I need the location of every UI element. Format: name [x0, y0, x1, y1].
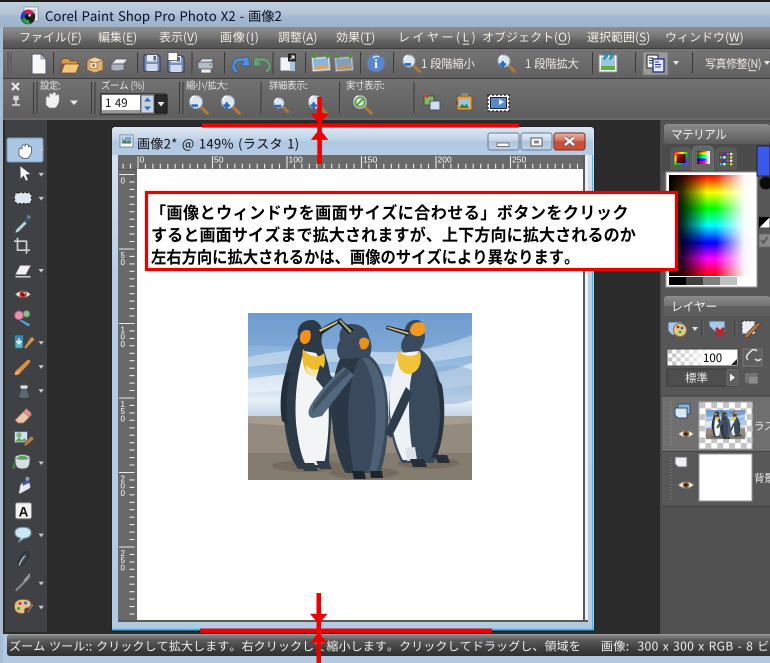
svg-text:250: 250 — [512, 155, 526, 165]
svg-text:0: 0 — [140, 155, 145, 165]
svg-text:50: 50 — [214, 155, 224, 165]
svg-text:100: 100 — [289, 155, 303, 165]
svg-text:250: 250 — [121, 549, 126, 572]
svg-text:A: A — [19, 504, 29, 519]
svg-text:0: 0 — [121, 177, 126, 186]
svg-text:i: i — [374, 56, 378, 71]
svg-text:150: 150 — [363, 155, 377, 165]
svg-text:100: 100 — [121, 326, 126, 349]
svg-text:50: 50 — [121, 251, 126, 267]
svg-text:200: 200 — [438, 155, 452, 165]
svg-text:200: 200 — [121, 475, 126, 498]
svg-text:150: 150 — [121, 400, 126, 423]
